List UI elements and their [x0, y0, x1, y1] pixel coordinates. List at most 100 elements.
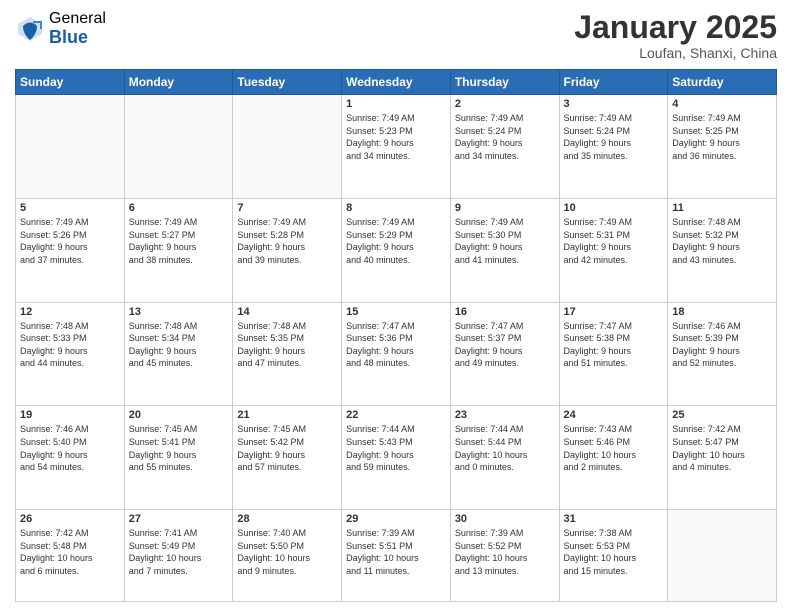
- calendar-cell: 1Sunrise: 7:49 AMSunset: 5:23 PMDaylight…: [342, 95, 451, 199]
- cell-content: Sunrise: 7:49 AMSunset: 5:30 PMDaylight:…: [455, 216, 555, 266]
- cell-line: Sunrise: 7:48 AM: [129, 321, 198, 331]
- cell-line: Daylight: 10 hours: [455, 450, 528, 460]
- day-number: 9: [455, 202, 555, 214]
- day-header-wednesday: Wednesday: [342, 70, 451, 95]
- day-number: 24: [564, 409, 664, 421]
- cell-line: Sunset: 5:32 PM: [672, 230, 739, 240]
- cell-line: and 51 minutes.: [564, 358, 628, 368]
- cell-line: Sunrise: 7:39 AM: [346, 528, 415, 538]
- cell-line: Daylight: 10 hours: [564, 553, 637, 563]
- cell-line: Sunrise: 7:42 AM: [20, 528, 89, 538]
- cell-content: Sunrise: 7:44 AMSunset: 5:43 PMDaylight:…: [346, 423, 446, 473]
- cell-line: and 47 minutes.: [237, 358, 301, 368]
- cell-line: Daylight: 9 hours: [346, 450, 414, 460]
- cell-line: Sunrise: 7:49 AM: [455, 217, 524, 227]
- day-number: 16: [455, 306, 555, 318]
- cell-line: Daylight: 9 hours: [346, 346, 414, 356]
- cell-line: Sunset: 5:31 PM: [564, 230, 631, 240]
- cell-line: Daylight: 9 hours: [346, 138, 414, 148]
- cell-line: Sunrise: 7:47 AM: [564, 321, 633, 331]
- calendar-cell: 3Sunrise: 7:49 AMSunset: 5:24 PMDaylight…: [559, 95, 668, 199]
- cell-line: Daylight: 9 hours: [455, 346, 523, 356]
- cell-line: Sunset: 5:23 PM: [346, 126, 413, 136]
- calendar-cell: 17Sunrise: 7:47 AMSunset: 5:38 PMDayligh…: [559, 302, 668, 406]
- week-row-3: 12Sunrise: 7:48 AMSunset: 5:33 PMDayligh…: [16, 302, 777, 406]
- cell-line: Sunset: 5:29 PM: [346, 230, 413, 240]
- cell-line: Sunset: 5:25 PM: [672, 126, 739, 136]
- cell-line: Sunset: 5:28 PM: [237, 230, 304, 240]
- calendar-cell: [233, 95, 342, 199]
- cell-line: and 44 minutes.: [20, 358, 84, 368]
- day-number: 10: [564, 202, 664, 214]
- logo-icon: [15, 14, 45, 44]
- cell-line: Sunrise: 7:41 AM: [129, 528, 198, 538]
- cell-line: Sunset: 5:46 PM: [564, 437, 631, 447]
- cell-content: Sunrise: 7:49 AMSunset: 5:29 PMDaylight:…: [346, 216, 446, 266]
- cell-line: and 7 minutes.: [129, 566, 188, 576]
- cell-line: and 59 minutes.: [346, 462, 410, 472]
- cell-line: Sunset: 5:33 PM: [20, 333, 87, 343]
- cell-line: Sunrise: 7:49 AM: [20, 217, 89, 227]
- cell-line: Sunrise: 7:49 AM: [564, 113, 633, 123]
- day-number: 26: [20, 513, 120, 525]
- day-number: 4: [672, 98, 772, 110]
- cell-line: Daylight: 10 hours: [564, 450, 637, 460]
- day-number: 6: [129, 202, 229, 214]
- cell-line: Daylight: 9 hours: [129, 346, 197, 356]
- cell-line: and 41 minutes.: [455, 255, 519, 265]
- cell-line: Sunset: 5:53 PM: [564, 541, 631, 551]
- calendar-cell: 25Sunrise: 7:42 AMSunset: 5:47 PMDayligh…: [668, 406, 777, 510]
- cell-line: and 49 minutes.: [455, 358, 519, 368]
- calendar-cell: 12Sunrise: 7:48 AMSunset: 5:33 PMDayligh…: [16, 302, 125, 406]
- calendar-cell: 22 Sunrise: 7:44 AMSunset: 5:43 PMDayligh…: [342, 406, 451, 510]
- day-number: 18: [672, 306, 772, 318]
- cell-line: Sunrise: 7:40 AM: [237, 528, 306, 538]
- cell-line: Daylight: 10 hours: [455, 553, 528, 563]
- day-number: 17: [564, 306, 664, 318]
- cell-line: Daylight: 10 hours: [346, 553, 419, 563]
- cell-line: and 42 minutes.: [564, 255, 628, 265]
- calendar-cell: 8Sunrise: 7:49 AMSunset: 5:29 PMDaylight…: [342, 198, 451, 302]
- calendar-cell: [124, 95, 233, 199]
- cell-line: Sunset: 5:39 PM: [672, 333, 739, 343]
- calendar-cell: 31Sunrise: 7:38 AMSunset: 5:53 PMDayligh…: [559, 510, 668, 602]
- cell-content: Sunrise: 7:49 AMSunset: 5:27 PMDaylight:…: [129, 216, 229, 266]
- calendar-cell: 13Sunrise: 7:48 AMSunset: 5:34 PMDayligh…: [124, 302, 233, 406]
- day-number: 22: [346, 409, 446, 421]
- cell-line: and 0 minutes.: [455, 462, 514, 472]
- cell-line: Daylight: 9 hours: [20, 242, 88, 252]
- cell-line: Sunrise: 7:39 AM: [455, 528, 524, 538]
- cell-line: Daylight: 9 hours: [455, 138, 523, 148]
- day-number: 2: [455, 98, 555, 110]
- cell-content: Sunrise: 7:39 AMSunset: 5:52 PMDaylight:…: [455, 527, 555, 577]
- cell-line: and 15 minutes.: [564, 566, 628, 576]
- week-row-5: 26Sunrise: 7:42 AMSunset: 5:48 PMDayligh…: [16, 510, 777, 602]
- cell-content: Sunrise: 7:47 AMSunset: 5:37 PMDaylight:…: [455, 320, 555, 370]
- cell-content: Sunrise: 7:49 AMSunset: 5:28 PMDaylight:…: [237, 216, 337, 266]
- calendar-cell: 30Sunrise: 7:39 AMSunset: 5:52 PMDayligh…: [450, 510, 559, 602]
- cell-content: Sunrise: 7:39 AMSunset: 5:51 PMDaylight:…: [346, 527, 446, 577]
- cell-content: Sunrise: 7:48 AMSunset: 5:33 PMDaylight:…: [20, 320, 120, 370]
- cell-line: Daylight: 10 hours: [129, 553, 202, 563]
- cell-line: and 39 minutes.: [237, 255, 301, 265]
- cell-line: Sunset: 5:35 PM: [237, 333, 304, 343]
- cell-line: and 34 minutes.: [346, 151, 410, 161]
- cell-line: and 35 minutes.: [564, 151, 628, 161]
- day-number: 29: [346, 513, 446, 525]
- cell-content: Sunrise: 7:48 AMSunset: 5:32 PMDaylight:…: [672, 216, 772, 266]
- day-header-friday: Friday: [559, 70, 668, 95]
- cell-line: Sunset: 5:36 PM: [346, 333, 413, 343]
- cell-line: Daylight: 9 hours: [564, 346, 632, 356]
- cell-line: and 54 minutes.: [20, 462, 84, 472]
- cell-line: and 38 minutes.: [129, 255, 193, 265]
- cell-content: Sunrise: 7:42 AMSunset: 5:47 PMDaylight:…: [672, 423, 772, 473]
- day-number: 5: [20, 202, 120, 214]
- cell-line: Sunset: 5:44 PM: [455, 437, 522, 447]
- cell-line: Daylight: 9 hours: [672, 138, 740, 148]
- cell-line: Sunset: 5:49 PM: [129, 541, 196, 551]
- cell-line: and 40 minutes.: [346, 255, 410, 265]
- calendar-cell: 7Sunrise: 7:49 AMSunset: 5:28 PMDaylight…: [233, 198, 342, 302]
- cell-line: and 37 minutes.: [20, 255, 84, 265]
- cell-line: and 11 minutes.: [346, 566, 409, 576]
- cell-content: Sunrise: 7:40 AMSunset: 5:50 PMDaylight:…: [237, 527, 337, 577]
